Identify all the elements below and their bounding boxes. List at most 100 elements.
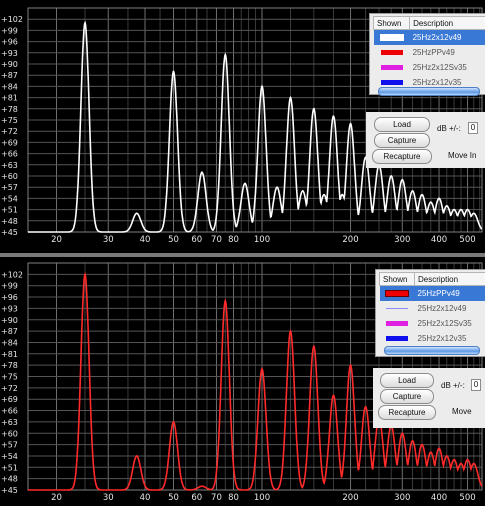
load-button[interactable]: Load	[374, 117, 430, 132]
column-header-description[interactable]: Description	[409, 16, 485, 30]
peak-point	[323, 193, 325, 196]
peak-point	[411, 440, 414, 442]
peak-point	[84, 273, 86, 276]
peak-point	[453, 458, 455, 461]
legend-row[interactable]: 25Hz2x12Sv35	[374, 60, 485, 75]
db-offset-input[interactable]: 0	[471, 379, 481, 391]
db-offset-input[interactable]: 0	[468, 122, 478, 134]
peak-point	[445, 205, 448, 207]
legend-description: 25Hz2x12v49	[409, 29, 485, 45]
capture-button[interactable]: Capture	[380, 389, 434, 404]
y-tick-label: +84	[1, 338, 18, 347]
x-tick-label: 30	[103, 493, 114, 503]
y-tick-label: +60	[1, 429, 18, 438]
legend-swatch[interactable]	[380, 316, 415, 331]
capture-button[interactable]: Capture	[374, 133, 430, 148]
legend-swatch[interactable]	[373, 29, 410, 45]
y-tick-label: +45	[1, 486, 18, 495]
column-header-description[interactable]: Description	[414, 272, 485, 286]
y-tick-label: +87	[1, 71, 18, 80]
column-header-shown[interactable]: Shown	[372, 16, 411, 30]
legend-description: 25HzPPv49	[412, 48, 455, 57]
peak-point	[312, 345, 315, 348]
y-tick-label: +66	[1, 407, 18, 416]
legend-swatch[interactable]	[380, 331, 415, 346]
peak-point	[438, 447, 440, 450]
legend-swatch[interactable]	[374, 45, 410, 60]
legend-panel-bottom: Shown Description 25HzPPv49 25Hz2x12v49 …	[375, 269, 485, 357]
peak-point	[289, 330, 292, 332]
x-tick-label: 80	[228, 235, 239, 245]
legend-swatch[interactable]	[380, 301, 415, 316]
peak-point	[460, 462, 462, 465]
peak-point	[349, 364, 352, 366]
y-tick-label: +102	[1, 15, 23, 24]
y-tick-label: +69	[1, 138, 18, 147]
legend-scrollbar[interactable]	[378, 87, 480, 96]
peak-point	[401, 178, 404, 181]
y-tick-label: +99	[1, 282, 18, 291]
legend-row[interactable]: 25HzPPv49	[379, 285, 485, 301]
y-tick-label: +96	[1, 293, 18, 302]
legend-header: Shown Description	[379, 272, 485, 286]
x-tick-label: 200	[342, 493, 358, 503]
peak-point	[411, 190, 414, 192]
y-tick-label: +57	[1, 183, 18, 192]
y-tick-label: +75	[1, 116, 18, 125]
peak-point	[429, 451, 432, 453]
load-button[interactable]: Load	[380, 373, 434, 388]
top-analyzer-panel: +45 +48 +51 +54 +57 +60 +63 +66 +69 +72 +75 +78 +81 +…	[0, 0, 485, 255]
peak-point	[276, 186, 278, 188]
peak-point	[332, 394, 335, 397]
peak-point	[390, 175, 392, 177]
recapture-button[interactable]: Recapture	[372, 149, 432, 164]
recapture-button[interactable]: Recapture	[378, 405, 436, 420]
x-tick-label: 40	[140, 235, 151, 245]
column-header-shown[interactable]: Shown	[379, 272, 415, 286]
x-tick-label: 60	[191, 493, 202, 503]
peak-point	[201, 171, 203, 174]
peak-point	[460, 208, 462, 211]
y-tick-label: +72	[1, 127, 18, 136]
legend-row[interactable]: 25Hz2x12v49	[380, 301, 485, 316]
peak-point	[135, 455, 138, 457]
peak-point	[84, 22, 86, 24]
peak-point	[466, 458, 469, 461]
legend-row[interactable]: 25Hz2x12Sv35	[380, 316, 485, 331]
y-tick-label: +81	[1, 350, 18, 359]
legend-description: 25Hz2x12v49	[417, 304, 467, 313]
legend-header: Shown Description	[372, 16, 485, 30]
legend-swatch[interactable]	[374, 60, 410, 75]
x-tick-label: 500	[459, 235, 475, 245]
y-tick-label: +54	[1, 194, 18, 203]
db-offset-label: dB +/-:	[437, 124, 461, 133]
y-tick-label: +51	[1, 463, 18, 472]
y-tick-label: +63	[1, 161, 18, 170]
y-tick-label: +93	[1, 49, 18, 58]
x-tick-label: 20	[51, 235, 62, 245]
legend-row[interactable]: 25HzPPv49	[374, 45, 485, 60]
peak-point	[421, 193, 423, 196]
y-tick-label: +96	[1, 38, 18, 47]
y-tick-label: +87	[1, 327, 18, 336]
legend-scrollbar[interactable]	[384, 346, 480, 355]
x-tick-label: 100	[254, 235, 270, 245]
legend-swatch[interactable]	[379, 285, 415, 301]
peak-point	[438, 197, 440, 200]
y-tick-label: +54	[1, 452, 18, 461]
legend-description: 25HzPPv49	[414, 285, 485, 301]
legend-description: 25Hz2x12Sv35	[417, 319, 472, 328]
y-tick-label: +72	[1, 384, 18, 393]
x-tick-label: 70	[211, 235, 222, 245]
legend-table-top: Shown Description 25Hz2x12v49 25HzPPv49 …	[372, 16, 485, 90]
bottom-analyzer-panel: +45 +48 +51 +54 +57 +60 +63 +66 +69 +72 +75 +78 +81 +…	[0, 257, 485, 506]
peak-point	[472, 212, 475, 215]
legend-row[interactable]: 25Hz2x12v49	[373, 29, 485, 45]
peak-point	[401, 432, 404, 435]
y-tick-label: +78	[1, 361, 18, 370]
peak-point	[421, 443, 423, 446]
peak-point	[301, 190, 304, 192]
legend-row[interactable]: 25Hz2x12v35	[380, 331, 485, 346]
peak-point	[466, 208, 469, 211]
y-tick-label: +60	[1, 172, 18, 181]
